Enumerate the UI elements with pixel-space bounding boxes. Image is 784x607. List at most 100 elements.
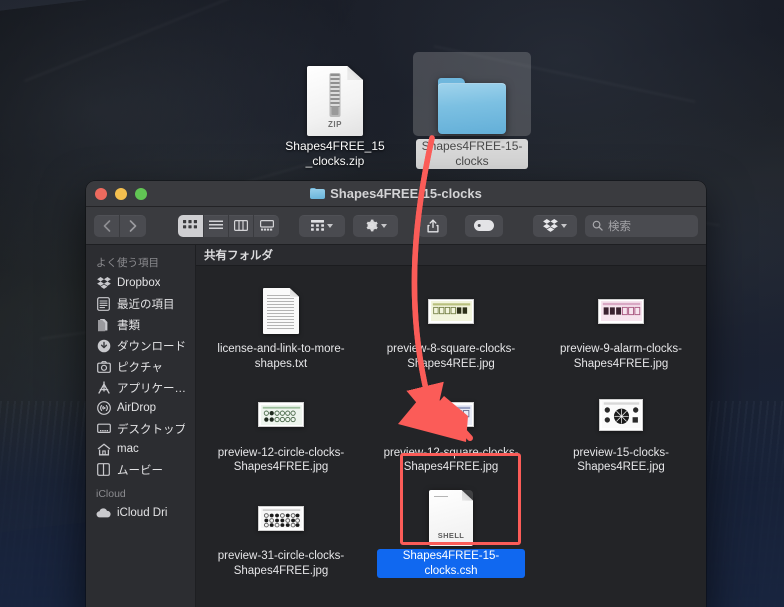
search-icon [592, 220, 603, 231]
sidebar-item-label: デスクトップ [117, 423, 185, 436]
desktop-icon-label: Shapes4FREE_15_clocks.zip [285, 139, 385, 168]
dropbox-icon [96, 276, 111, 291]
action-button[interactable] [352, 214, 399, 237]
shell-file-icon: SHELL [368, 487, 534, 549]
sidebar-item-label: Dropbox [117, 277, 161, 289]
sidebar-item-applications[interactable]: アプリケー… [86, 377, 195, 398]
icloud-icon [96, 506, 111, 521]
sidebar-item-desktop[interactable]: デスクトップ [86, 418, 195, 439]
file-name: preview-15-clocks-Shapes4REE.jpg [573, 446, 669, 474]
search-placeholder: 検索 [608, 220, 632, 233]
image-preview-icon [538, 280, 704, 342]
sidebar-item-label: ダウンロード [117, 340, 185, 353]
file-grid-row: preview-31-circle-clocks-Shapes4FREE.jpg… [196, 483, 706, 587]
traffic-lights[interactable] [86, 187, 147, 200]
window-titlebar[interactable]: Shapes4FREE-15-clocks [86, 181, 706, 207]
sidebar-item-recents[interactable]: 最近の項目 [86, 293, 195, 314]
file-name: preview-12-circle-clocks-Shapes4FREE.jpg [217, 446, 345, 474]
file-grid-row: preview-12-circle-clocks-Shapes4FREE.jpg [196, 380, 706, 484]
chevron-down-icon [326, 223, 333, 228]
sidebar-item-downloads[interactable]: ダウンロード [86, 335, 195, 356]
image-preview-icon [368, 384, 534, 446]
search-field[interactable]: 検索 [585, 214, 698, 237]
file-item-empty [536, 483, 706, 587]
sidebar-item-pictures[interactable]: ピクチャ [86, 356, 195, 377]
file-name: Shapes4FREE-15-clocks.csh [377, 549, 525, 578]
applications-icon [96, 380, 111, 395]
share-button[interactable] [418, 214, 448, 237]
gallery-view-button[interactable] [254, 215, 279, 237]
downloads-icon [96, 338, 111, 353]
finder-toolbar[interactable]: 検索 [86, 207, 706, 245]
file-item[interactable]: preview-15-clocks-Shapes4REE.jpg [536, 380, 706, 484]
close-button[interactable] [95, 187, 107, 200]
group-header: 共有フォルダ [196, 245, 706, 266]
text-document-icon [198, 280, 364, 342]
file-item[interactable]: preview-9-alarm-clocks-Shapes4FREE.jpg [536, 276, 706, 380]
chevron-down-icon [561, 223, 568, 228]
file-name: license-and-link-to-more-shapes.txt [217, 343, 345, 370]
icon-view-button[interactable] [178, 214, 204, 237]
file-item[interactable]: license-and-link-to-more-shapes.txt [196, 276, 366, 380]
back-button[interactable] [94, 214, 121, 237]
file-item[interactable]: preview-8-square-clocks-Shapes4REE.jpg [366, 276, 536, 380]
file-name: preview-9-alarm-clocks-Shapes4FREE.jpg [559, 343, 683, 370]
file-grid[interactable]: license-and-link-to-more-shapes.txt prev… [196, 266, 706, 607]
recents-icon [96, 296, 111, 311]
pictures-icon [96, 359, 111, 374]
folder-icon-small [310, 187, 326, 200]
image-preview-icon [198, 384, 364, 446]
image-preview-icon [368, 280, 534, 342]
file-grid-row: license-and-link-to-more-shapes.txt prev… [196, 276, 706, 380]
documents-icon [96, 317, 111, 332]
sidebar-item-airdrop[interactable]: AirDrop [86, 398, 195, 418]
column-view-button[interactable] [229, 214, 254, 237]
finder-window[interactable]: Shapes4FREE-15-clocks 検索 よく使う項目 Dropbox … [86, 181, 706, 607]
image-preview-icon [538, 384, 704, 446]
shell-type-label: SHELL [437, 531, 465, 540]
zip-type-label: ZIP [328, 120, 342, 129]
sidebar-item-label: アプリケー… [117, 382, 185, 395]
dropbox-button[interactable] [533, 214, 578, 237]
list-view-button[interactable] [204, 214, 229, 237]
file-item[interactable]: preview-12-circle-clocks-Shapes4FREE.jpg [196, 380, 366, 484]
sidebar-item-label: ピクチャ [117, 361, 163, 374]
zoom-button[interactable] [135, 187, 147, 200]
file-item[interactable]: preview-31-circle-clocks-Shapes4FREE.jpg [196, 483, 366, 587]
window-title-text: Shapes4FREE-15-clocks [330, 186, 482, 201]
desktop-icon-label: Shapes4FREE-15-clocks [416, 139, 528, 169]
finder-content-area[interactable]: 共有フォルダ license-and-link-to-more-shapes.t… [196, 245, 706, 607]
minimize-button[interactable] [115, 187, 127, 200]
sidebar-item-home[interactable]: mac [86, 439, 195, 459]
movies-icon [96, 462, 111, 477]
file-item-selected[interactable]: SHELL Shapes4FREE-15-clocks.csh [366, 483, 536, 587]
group-by-button[interactable] [299, 214, 345, 237]
tags-button[interactable] [465, 214, 504, 237]
finder-sidebar[interactable]: よく使う項目 Dropbox 最近の項目 書類 ダウンロード ピクチャ アプリケ… [86, 245, 196, 607]
airdrop-icon [96, 401, 111, 416]
view-mode-group[interactable] [178, 214, 280, 237]
sidebar-item-documents[interactable]: 書類 [86, 314, 195, 335]
sidebar-item-label: iCloud Dri [117, 507, 168, 519]
sidebar-item-icloud-drive[interactable]: iCloud Dri [86, 503, 195, 523]
file-name: preview-31-circle-clocks-Shapes4FREE.jpg [217, 550, 345, 577]
sidebar-section-favorites-header: よく使う項目 [96, 257, 159, 269]
file-name: preview-8-square-clocks-Shapes4REE.jpg [386, 343, 516, 370]
folder-icon [413, 52, 531, 136]
desktop-icon-folder[interactable]: Shapes4FREE-15-clocks [413, 52, 531, 170]
home-icon [96, 442, 111, 457]
desktop-icon-zip[interactable]: ZIP Shapes4FREE_15_clocks.zip [276, 52, 394, 170]
sidebar-item-movies[interactable]: ムービー [86, 459, 195, 480]
zip-file-icon: ZIP [276, 52, 394, 136]
sidebar-item-label: 最近の項目 [117, 298, 175, 311]
sidebar-item-label: ムービー [117, 464, 163, 477]
desktop-icon [96, 421, 111, 436]
sidebar-item-dropbox[interactable]: Dropbox [86, 273, 195, 293]
forward-button[interactable] [120, 215, 146, 237]
file-item[interactable]: preview-12-square-clocks-Shapes4FREE.jpg [366, 380, 536, 484]
sidebar-item-label: 書類 [117, 319, 140, 332]
chevron-down-icon [380, 223, 387, 228]
window-title: Shapes4FREE-15-clocks [86, 186, 706, 201]
image-preview-icon [198, 487, 364, 549]
navigation-buttons[interactable] [94, 214, 147, 237]
